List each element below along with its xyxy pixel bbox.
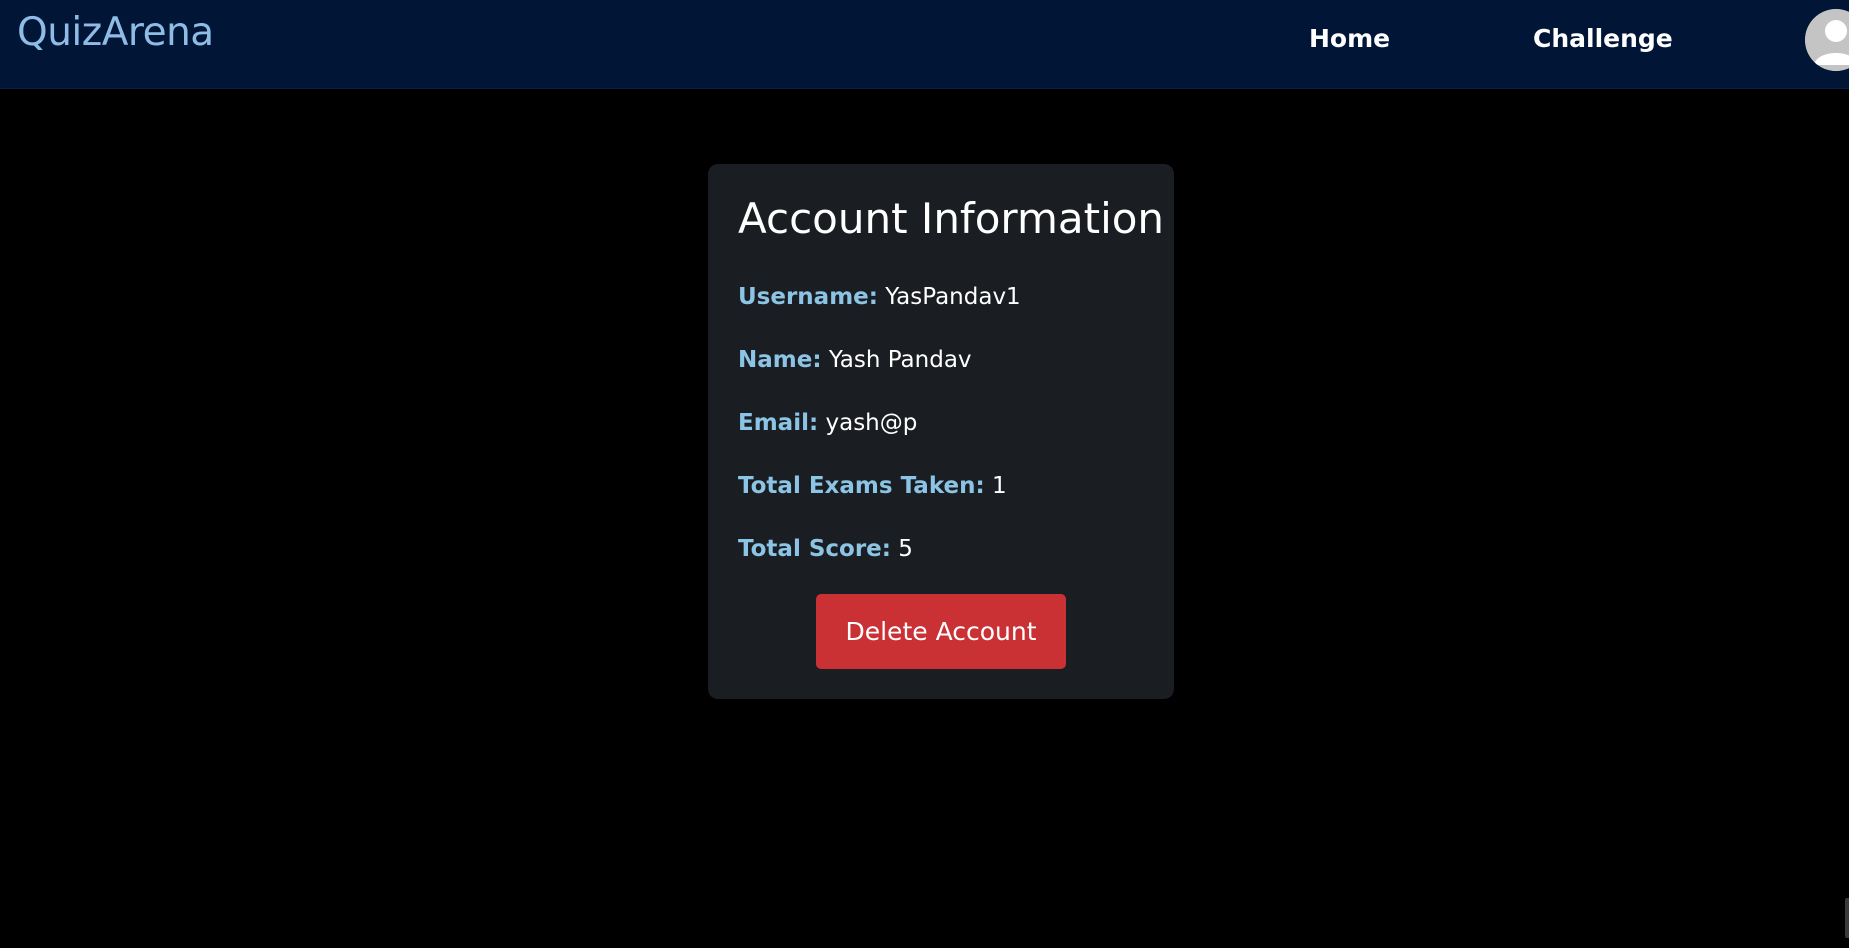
account-info-title: Account Information [738, 194, 1165, 243]
email-label: Email: [738, 410, 819, 436]
name-row: Name: Yash Pandav [738, 347, 972, 373]
top-navbar: QuizArena Home Challenge [0, 0, 1849, 89]
user-avatar-icon[interactable] [1805, 9, 1849, 71]
name-label: Name: [738, 347, 822, 373]
delete-account-button[interactable]: Delete Account [816, 594, 1066, 669]
total-exams-label: Total Exams Taken: [738, 473, 985, 499]
nav-link-home[interactable]: Home [1309, 24, 1390, 53]
brand-logo-link[interactable]: QuizArena [17, 10, 214, 55]
total-score-row: Total Score: 5 [738, 536, 913, 562]
nav-link-challenge[interactable]: Challenge [1533, 24, 1673, 53]
scrollbar-thumb[interactable] [1845, 898, 1849, 938]
total-exams-row: Total Exams Taken: 1 [738, 473, 1007, 499]
total-score-value: 5 [898, 536, 913, 562]
email-row: Email: yash@p [738, 410, 917, 436]
email-value: yash@p [825, 410, 918, 436]
username-value: YasPandav1 [885, 284, 1021, 310]
name-value: Yash Pandav [828, 347, 972, 373]
user-silhouette-icon [1805, 9, 1849, 71]
username-row: Username: YasPandav1 [738, 284, 1021, 310]
username-label: Username: [738, 284, 878, 310]
total-score-label: Total Score: [738, 536, 891, 562]
total-exams-value: 1 [991, 473, 1007, 499]
